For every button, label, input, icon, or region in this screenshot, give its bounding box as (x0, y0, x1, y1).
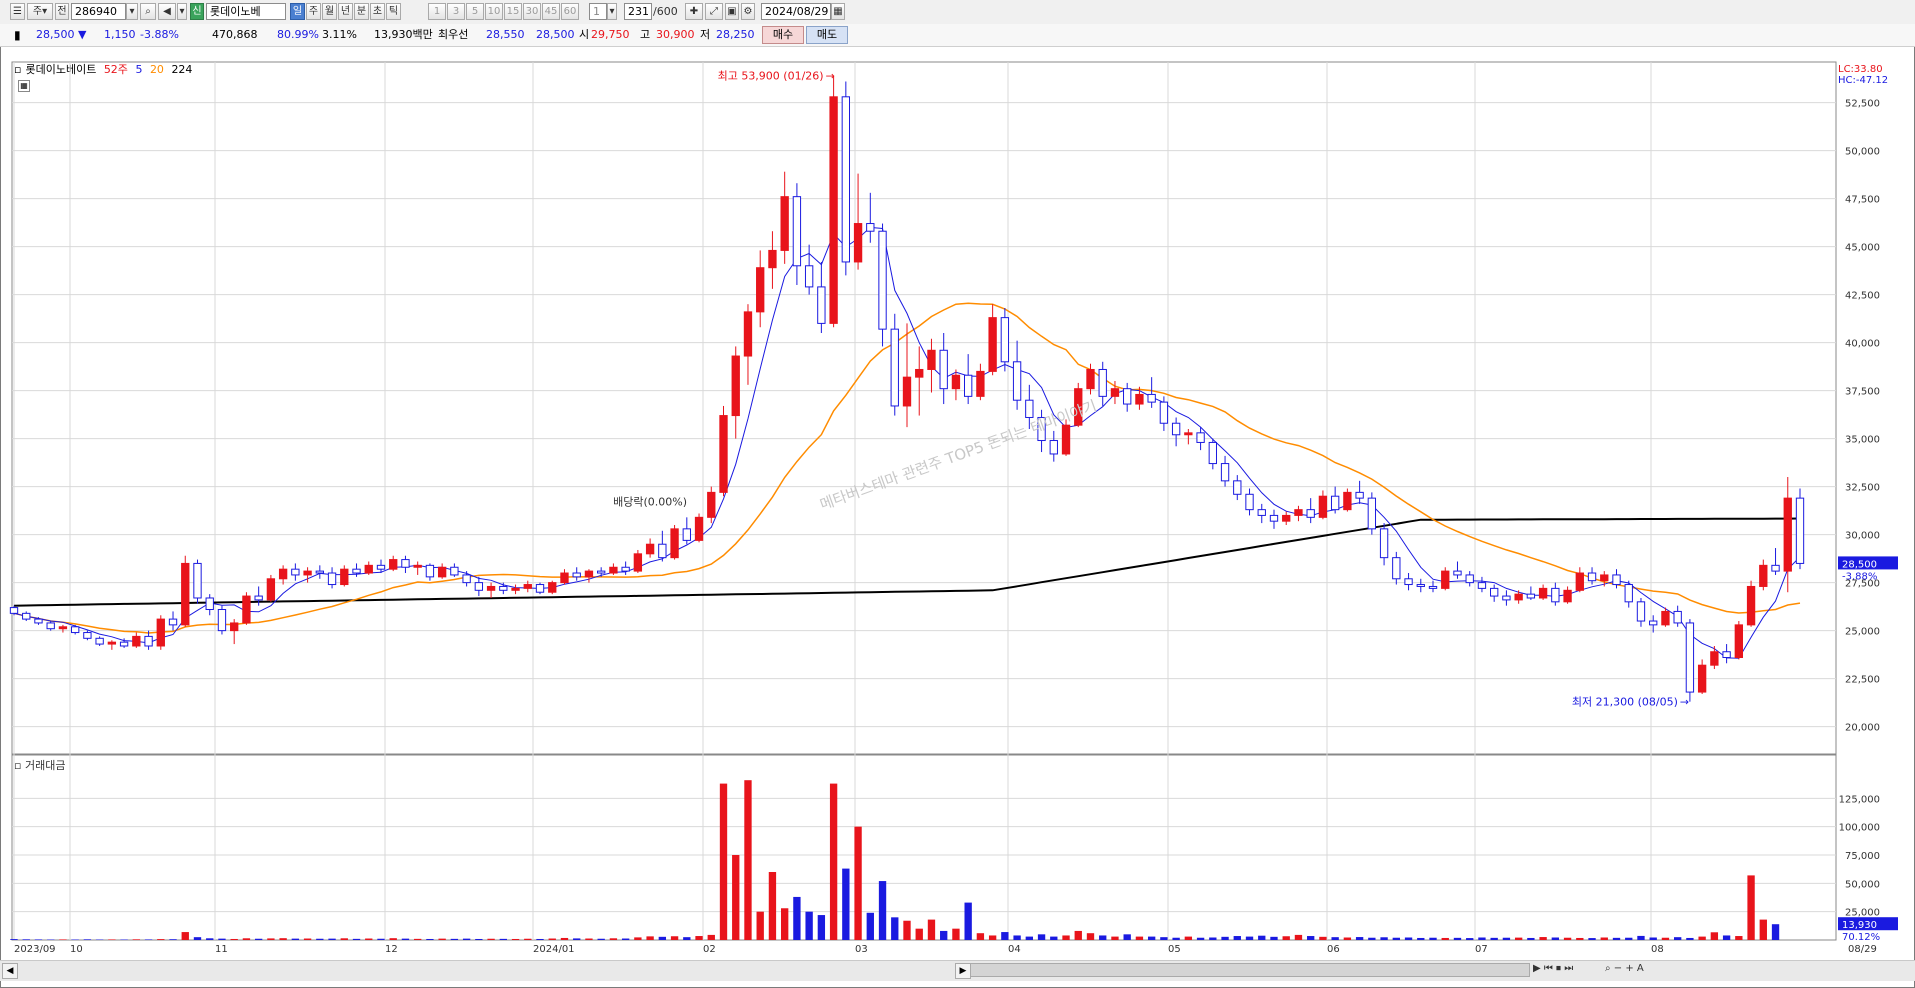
quote-bar: ▮ 28,500 ▼ 1,150 -3.88% 470,868 80.99% 3… (0, 24, 1915, 47)
period-tab-5[interactable]: 초 (370, 3, 385, 20)
sell-button[interactable]: 매도 (806, 26, 848, 44)
legend-icon: ▫ (14, 759, 25, 772)
sound-icon[interactable]: ◀ (158, 3, 176, 20)
period-tab-2[interactable]: 월 (322, 3, 337, 20)
high-label: 고 (640, 28, 651, 41)
market-badge: 신 (190, 3, 204, 20)
interval-button-30[interactable]: 30 (523, 3, 541, 20)
legend-52week: 52주 (103, 63, 128, 76)
period-tab-1[interactable]: 주 (306, 3, 321, 20)
chevron-down-icon[interactable]: ▾ (126, 3, 138, 20)
open-value: 29,750 (591, 28, 630, 41)
chart-toolbar: ☰ 주▾ 전 286940 ▾ ⌕ ◀ ▾ 신 롯데이노베 일주월년분초틱 13… (0, 0, 1915, 25)
interval-button-5[interactable]: 5 (466, 3, 484, 20)
calendar-icon[interactable]: ▦ (831, 3, 845, 20)
crosshair-icon[interactable]: ✚ (685, 3, 703, 20)
search-icon[interactable]: ⌕ (140, 3, 156, 20)
interval-input[interactable]: 1 (589, 3, 607, 20)
ratio2-value: 3.11% (322, 28, 357, 41)
chart-legend: ▫ 롯데이노베이트 52주 5 20 224 (14, 61, 196, 77)
interval-button-1[interactable]: 1 (428, 3, 446, 20)
legend-ma5: 5 (135, 63, 143, 76)
legend-stock-name: 롯데이노베이트 (25, 63, 97, 76)
interval-button-15[interactable]: 15 (504, 3, 522, 20)
scroll-thumb[interactable] (970, 963, 1530, 977)
volume-value: 470,868 (212, 28, 258, 41)
scroll-right-icon[interactable]: ▶ (955, 963, 971, 979)
legend-icon: ▫ (14, 63, 22, 76)
low-label: 저 (700, 28, 711, 41)
interval-button-3[interactable]: 3 (447, 3, 465, 20)
zoom-controls[interactable]: ⌕ − + A (1605, 963, 1915, 977)
open-label: 시 (579, 28, 590, 41)
count-total: /600 (653, 5, 678, 18)
period-select[interactable]: 주▾ (27, 3, 53, 20)
stock-code-input[interactable]: 286940 (71, 3, 126, 20)
count-input[interactable]: 231 (624, 3, 652, 20)
gear-icon[interactable]: ⚙ (741, 3, 755, 20)
high-value: 30,900 (656, 28, 695, 41)
legend-ma20: 20 (149, 63, 164, 76)
period-tab-3[interactable]: 년 (338, 3, 353, 20)
low-value: 28,250 (716, 28, 755, 41)
save-icon[interactable]: ▣ (725, 3, 739, 20)
stock-name-field[interactable]: 롯데이노베 (206, 3, 286, 20)
scroll-left-icon[interactable]: ◀ (2, 963, 18, 979)
current-price: 28,500 ▼ (36, 28, 87, 41)
legend-ma224: 224 (171, 63, 193, 76)
trendline-icon[interactable]: ⤢ (705, 3, 723, 20)
period-tab-6[interactable]: 틱 (386, 3, 401, 20)
chevron-down-icon[interactable]: ▾ (177, 3, 187, 20)
price-change-pct: -3.88% (140, 28, 179, 41)
chart-window (0, 0, 1915, 988)
best-bid: 28,500 (536, 28, 575, 41)
playback-controls[interactable]: ▶ ⏮ ⏹ ⏭ (1533, 963, 1603, 977)
panel-toggle-icon[interactable]: ▦ (18, 80, 30, 92)
interval-button-10[interactable]: 10 (485, 3, 503, 20)
ratio1-value: 80.99% (277, 28, 319, 41)
horizontal-scrollbar[interactable]: ◀ ▶ ▶ ⏮ ⏹ ⏭ ⌕ − + A (0, 960, 1915, 981)
amount-value: 13,930백만 (374, 28, 433, 41)
settings-icon[interactable]: ☰ (10, 3, 25, 20)
volume-legend: ▫ 거래대금 (14, 757, 65, 773)
best-label: 최우선 (438, 28, 469, 41)
interval-button-60[interactable]: 60 (561, 3, 579, 20)
price-change: 1,150 (104, 28, 136, 41)
period-tab-4[interactable]: 분 (354, 3, 369, 20)
chart-mode-button[interactable]: 전 (55, 3, 69, 20)
volume-panel-title: 거래대금 (24, 759, 66, 772)
buy-button[interactable]: 매수 (762, 26, 804, 44)
period-tab-0[interactable]: 일 (290, 3, 305, 20)
interval-button-45[interactable]: 45 (542, 3, 560, 20)
date-input[interactable]: 2024/08/29 (761, 3, 831, 20)
best-ask: 28,550 (486, 28, 525, 41)
quote-icon: ▮ (14, 28, 21, 42)
chevron-down-icon[interactable]: ▾ (607, 3, 617, 20)
